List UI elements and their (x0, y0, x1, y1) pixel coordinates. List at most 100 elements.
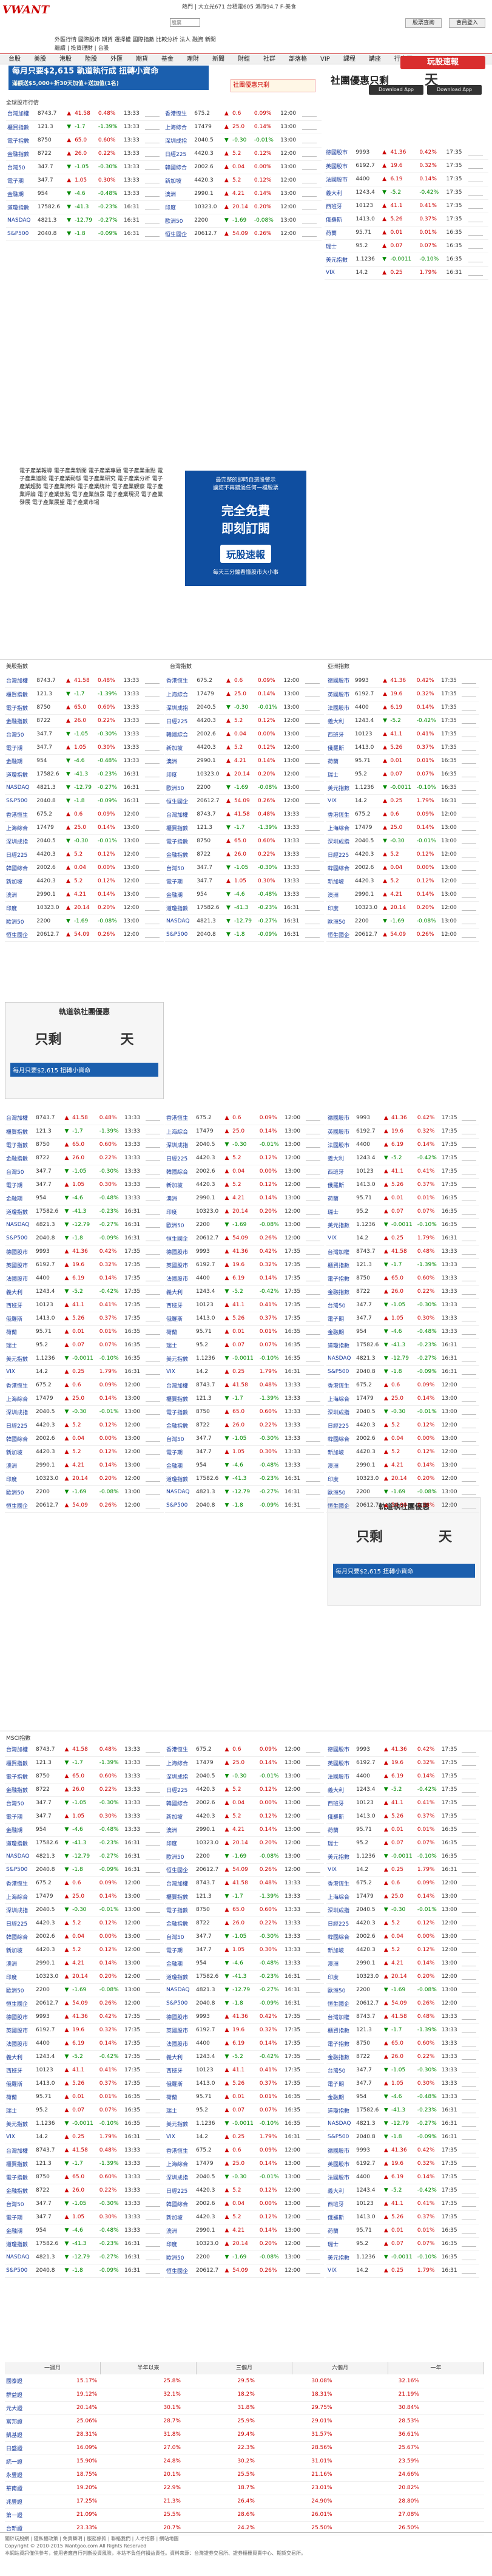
quote-name[interactable]: 歐洲50 (165, 781, 196, 795)
quote-name[interactable]: 台灣加權 (165, 808, 196, 822)
quote-name[interactable]: 電子期 (326, 1312, 356, 1326)
quote-row[interactable]: 電子期 347.7 ▲ 1.05 0.30% 13:33 (5, 2210, 164, 2224)
quote-name[interactable]: 西班牙 (165, 1298, 195, 1312)
quote-name[interactable]: 歐洲50 (165, 2251, 195, 2264)
quote-name[interactable]: VIX (5, 2130, 35, 2144)
quote-name[interactable]: 上海綜合 (326, 821, 354, 835)
quote-name[interactable]: 道瓊指數 (5, 2237, 35, 2251)
quote-row[interactable]: 瑞士 95.2 ▲ 0.07 0.07% 16:35 (326, 768, 479, 782)
quote-row[interactable]: 法國股市 4400 ▲ 6.19 0.14% 17:35 (325, 172, 488, 186)
broker-name[interactable]: 富邦證 (5, 2414, 76, 2428)
quote-row[interactable]: 俄羅斯 1413.0 ▲ 5.26 0.37% 17:35 (325, 213, 488, 227)
quote-name[interactable]: 深圳成指 (326, 834, 354, 848)
quote-name[interactable]: 電子指數 (165, 834, 196, 848)
quote-row[interactable]: 電子期 347.7 ▲ 1.05 0.30% 13:33 (165, 1445, 324, 1459)
quote-row[interactable]: 歐洲50 2200 ▼ -1.69 -0.08% 13:00 (165, 2251, 324, 2264)
broker-row[interactable]: 日盛證 16.09% 27.0% 22.3% 28.56% 25.67% (5, 2441, 484, 2455)
quote-row[interactable]: 金融期 954 ▼ -4.6 -0.48% 13:33 (5, 1191, 164, 1205)
quote-name[interactable]: 義大利 (326, 714, 354, 728)
quote-row[interactable]: 金融指數 8722 ▲ 26.0 0.22% 13:33 (326, 1285, 479, 1299)
quote-row[interactable]: 金融期 954 ▼ -4.6 -0.48% 13:33 (326, 2090, 479, 2104)
quote-name[interactable]: NASDAQ (5, 2251, 35, 2264)
quote-row[interactable]: 台灣50 347.7 ▼ -1.05 -0.30% 13:33 (6, 160, 164, 174)
quote-name[interactable]: VIX (165, 1365, 195, 1379)
quote-row[interactable]: 金融期 954 ▼ -4.6 -0.48% 13:33 (165, 1459, 324, 1473)
quote-name[interactable]: 印度 (326, 1472, 356, 1486)
quote-row[interactable]: 台灣加權 8743.7 ▲ 41.58 0.48% 13:33 (165, 1378, 324, 1392)
quote-row[interactable]: 電子指數 8750 ▲ 65.0 0.60% 13:33 (5, 1138, 164, 1152)
quote-row[interactable]: 金融期 954 ▼ -4.6 -0.48% 13:33 (5, 1823, 164, 1837)
quote-name[interactable]: 台灣50 (5, 727, 36, 741)
quote-row[interactable]: 台灣加權 8743.7 ▲ 41.58 0.48% 13:33 (6, 107, 164, 121)
quote-row[interactable]: 荷蘭 95.71 ▲ 0.01 0.01% 16:35 (325, 226, 488, 240)
quote-row[interactable]: 恒生國企 20612.7 ▲ 54.09 0.26% 12:00 (326, 1997, 479, 2011)
more-links[interactable]: 繼續 | 投資理財 | 台股 (55, 44, 479, 52)
broker-name[interactable]: 凱基證 (5, 2428, 76, 2442)
quote-name[interactable]: VIX (5, 1365, 35, 1379)
quote-name[interactable]: 印度 (5, 1472, 35, 1486)
quote-row[interactable]: 香港恆生 675.2 ▲ 0.6 0.09% 12:00 (326, 808, 479, 822)
quote-name[interactable]: 德國股市 (325, 146, 355, 160)
quote-name[interactable]: 荷蘭 (325, 226, 355, 240)
quote-row[interactable]: 義大利 1243.4 ▼ -5.2 -0.42% 17:35 (5, 2050, 164, 2064)
quote-row[interactable]: 澳洲 2990.1 ▲ 4.21 0.14% 13:00 (164, 187, 322, 201)
quote-name[interactable]: 俄羅斯 (165, 1312, 195, 1326)
quote-name[interactable]: 新加坡 (165, 741, 196, 755)
quote-row[interactable]: 俄羅斯 1413.0 ▲ 5.26 0.37% 17:35 (165, 2077, 324, 2091)
quote-row[interactable]: 法國股市 4400 ▲ 6.19 0.14% 17:35 (326, 1770, 479, 1784)
quote-name[interactable]: S&P500 (165, 1499, 195, 1513)
quote-name[interactable]: 電子指數 (326, 2037, 356, 2051)
broker-name[interactable]: 元大證 (5, 2401, 76, 2415)
broker-tab[interactable]: 一週月 (5, 2362, 101, 2374)
quote-name[interactable]: 香港恆生 (165, 1743, 195, 1757)
quote-name[interactable]: 恒生國企 (165, 2264, 195, 2278)
quote-name[interactable]: 澳洲 (5, 888, 36, 902)
quote-name[interactable]: S&P500 (6, 227, 36, 241)
quote-name[interactable]: 恒生國企 (326, 1997, 356, 2011)
quote-name[interactable]: 金融期 (6, 187, 36, 201)
quote-row[interactable]: 韓國綜合 2002.6 ▲ 0.04 0.00% 13:00 (165, 2197, 324, 2211)
quote-name[interactable]: 西班牙 (165, 2063, 195, 2077)
quote-name[interactable]: 法國股市 (326, 1138, 356, 1152)
nav-item[interactable]: 美股 (34, 54, 46, 64)
quote-row[interactable]: 恒生國企 20612.7 ▲ 54.09 0.26% 12:00 (164, 227, 322, 241)
quote-row[interactable]: NASDAQ 4821.3 ▼ -12.79 -0.27% 16:31 (165, 915, 324, 929)
quote-name[interactable]: 電子期 (5, 2210, 35, 2224)
nav-item[interactable]: VIP (320, 54, 330, 64)
broker-row[interactable]: 凱基證 28.31% 31.8% 29.4% 31.57% 36.61% (5, 2428, 484, 2442)
quote-row[interactable]: VIX 14.2 ▲ 0.25 1.79% 16:31 (5, 1365, 164, 1379)
quote-row[interactable]: 義大利 1243.4 ▼ -5.2 -0.42% 17:35 (326, 714, 479, 728)
nav-item[interactable]: 新聞 (212, 54, 224, 64)
quote-name[interactable]: 上海綜合 (5, 821, 36, 835)
quote-name[interactable]: 深圳成指 (5, 1903, 35, 1917)
broker-row[interactable]: 統一證 15.90% 24.8% 30.2% 31.01% 23.59% (5, 2455, 484, 2469)
quote-row[interactable]: 日經225 4420.3 ▲ 5.2 0.12% 12:00 (326, 1917, 479, 1930)
quote-name[interactable]: 新加坡 (5, 874, 36, 888)
quote-name[interactable]: 道瓊指數 (165, 1472, 195, 1486)
quote-row[interactable]: 金融指數 8722 ▲ 26.0 0.22% 13:33 (326, 2050, 479, 2064)
quote-name[interactable]: 西班牙 (326, 1165, 356, 1179)
quote-row[interactable]: 法國股市 4400 ▲ 6.19 0.14% 17:35 (326, 1138, 479, 1152)
quote-row[interactable]: 西班牙 10123 ▲ 41.1 0.41% 17:35 (326, 1165, 479, 1179)
quote-name[interactable]: 恒生國企 (326, 1499, 356, 1513)
nav-item[interactable]: 財經 (238, 54, 250, 64)
quote-row[interactable]: 德國股市 9993 ▲ 41.36 0.42% 17:35 (326, 1111, 479, 1125)
quote-row[interactable]: 道瓊指數 17582.6 ▼ -41.3 -0.23% 16:31 (5, 1836, 164, 1850)
quote-row[interactable]: 電子指數 8750 ▲ 65.0 0.60% 13:33 (165, 834, 324, 848)
quote-row[interactable]: NASDAQ 4821.3 ▼ -12.79 -0.27% 16:31 (326, 2117, 479, 2131)
quote-name[interactable]: 櫃買指數 (326, 2023, 356, 2037)
stock-search-button[interactable]: 股票查詢 (405, 18, 442, 28)
broker-row[interactable]: 富邦證 25.06% 28.7% 25.9% 29.01% 28.53% (5, 2414, 484, 2428)
quote-row[interactable]: 台灣加權 8743.7 ▲ 41.58 0.48% 13:33 (5, 2144, 164, 2158)
quote-name[interactable]: 德國股市 (5, 2010, 35, 2024)
quote-name[interactable]: 俄羅斯 (326, 1178, 356, 1192)
quote-name[interactable]: 道瓊指數 (6, 200, 36, 214)
quote-name[interactable]: 法國股市 (165, 1272, 195, 1286)
quote-name[interactable]: 深圳成指 (165, 1138, 195, 1152)
quote-name[interactable]: 恒生國企 (326, 928, 354, 942)
quote-row[interactable]: 瑞士 95.2 ▲ 0.07 0.07% 16:35 (5, 1338, 164, 1352)
quote-row[interactable]: 電子指數 8750 ▲ 65.0 0.60% 13:33 (326, 2037, 479, 2051)
quote-name[interactable]: 金融指數 (165, 1419, 195, 1433)
quote-name[interactable]: 電子期 (5, 1178, 35, 1192)
quote-name[interactable]: 台灣50 (5, 1165, 35, 1179)
